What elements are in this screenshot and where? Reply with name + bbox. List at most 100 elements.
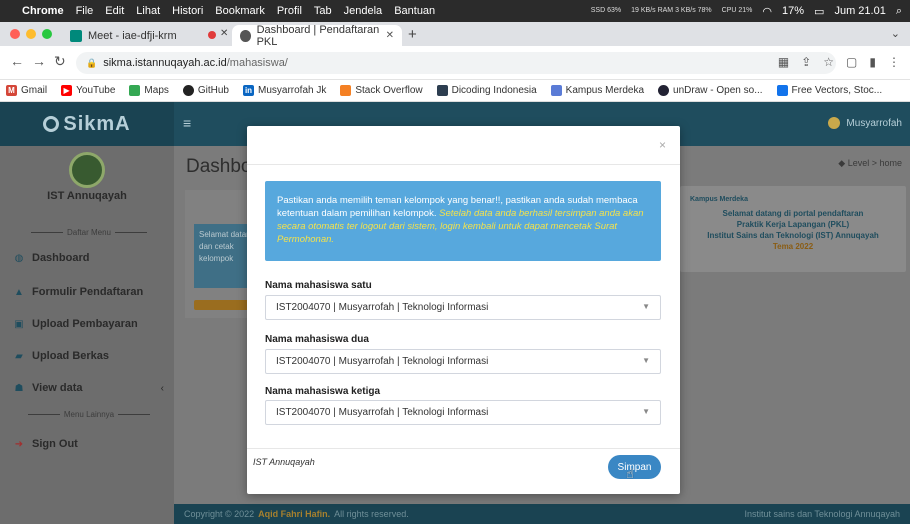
caret-down-icon: ▼ xyxy=(642,302,650,311)
close-icon[interactable]: × xyxy=(659,138,666,152)
sidebar-item-view-data[interactable]: ☗ View data ‹ xyxy=(14,382,164,394)
sidebar-item-upload-pembayaran[interactable]: ▣ Upload Pembayaran xyxy=(14,318,164,330)
search-icon[interactable]: ⌕ xyxy=(896,5,902,18)
sidebar-section-other: Menu Lainnya xyxy=(14,410,164,419)
menu-history[interactable]: Histori xyxy=(172,5,203,17)
banner-line: Institut Sains dan Teknologi (IST) Annuq… xyxy=(707,231,879,240)
bookmark-linkedin[interactable]: in Musyarrofah Jk xyxy=(243,85,326,96)
hand-cursor-icon: ☝ xyxy=(626,466,634,481)
close-window-button[interactable] xyxy=(10,29,20,39)
tab-meet-title: Meet - iae-dfji-krm xyxy=(88,29,177,42)
zoom-window-button[interactable] xyxy=(42,29,52,39)
menu-profile[interactable]: Profil xyxy=(277,5,302,17)
footer-author[interactable]: Aqid Fahri Hafin. xyxy=(258,509,330,519)
maps-icon xyxy=(129,85,141,96)
student-one-select[interactable]: IST2004070 | Musyarrofah | Teknologi Inf… xyxy=(265,295,661,320)
hamburger-icon[interactable]: ≡ xyxy=(183,115,191,131)
url-host: sikma.istannuqayah.ac.id xyxy=(103,57,227,69)
sidebar-item-label: Sign Out xyxy=(32,438,78,450)
wifi-icon[interactable]: ◠ xyxy=(762,5,772,18)
extension-icon[interactable]: ▮ xyxy=(869,55,876,69)
caret-down-icon: ▼ xyxy=(642,407,650,416)
status-area: SSD 63% 19 KB/s RAM 3 KB/s 78% CPU 21% ◠… xyxy=(591,0,902,22)
youtube-icon: ▶ xyxy=(61,85,73,96)
tab-strip: Meet - iae-dfji-krm ✕ Dashboard | Pendaf… xyxy=(0,22,910,48)
bookmark-stackoverflow[interactable]: Stack Overflow xyxy=(340,85,423,96)
sidebar-item-signout[interactable]: ➜ Sign Out xyxy=(14,438,164,450)
freepik-icon xyxy=(776,85,788,96)
back-icon[interactable]: ← xyxy=(10,53,24,69)
info-alert: Pastikan anda memilih teman kelompok yan… xyxy=(265,181,661,261)
bookmark-star-icon[interactable]: ☆ xyxy=(823,55,834,69)
bookmark-label: Dicoding Indonesia xyxy=(451,85,537,96)
bookmark-freepik[interactable]: Free Vectors, Stoc... xyxy=(776,85,882,96)
tab-dashboard-title: Dashboard | Pendaftaran PKL xyxy=(256,23,380,48)
minimize-window-button[interactable] xyxy=(26,29,36,39)
footer-copyright: Copyright © 2022 xyxy=(184,509,255,519)
globe-icon xyxy=(240,29,251,42)
menu-view[interactable]: Lihat xyxy=(136,5,160,17)
footer-rights: All rights reserved. xyxy=(334,509,409,519)
window-controls xyxy=(10,29,52,39)
bookmark-youtube[interactable]: ▶ YouTube xyxy=(61,85,115,96)
menu-tab[interactable]: Tab xyxy=(314,5,332,17)
menu-help[interactable]: Bantuan xyxy=(394,5,435,17)
tab-meet[interactable]: Meet - iae-dfji-krm xyxy=(62,25,202,46)
menu-app[interactable]: Chrome xyxy=(22,5,64,17)
tab-search-icon[interactable]: ⌄ xyxy=(891,27,900,40)
menu-file[interactable]: File xyxy=(76,5,94,17)
breadcrumb-home[interactable]: home xyxy=(879,158,902,168)
address-bar-row: ← → ↻ 🔒 sikma.istannuqayah.ac.id/mahasis… xyxy=(0,46,910,80)
bookmark-maps[interactable]: Maps xyxy=(129,85,169,96)
github-icon xyxy=(182,85,194,96)
lock-icon[interactable]: 🔒 xyxy=(86,58,97,69)
institution-name: IST Annuqayah xyxy=(47,190,127,202)
student-three-label: Nama mahasiswa ketiga xyxy=(265,386,381,397)
modal-header-divider xyxy=(247,164,680,165)
save-button[interactable]: Simpan xyxy=(608,455,661,479)
bookmark-dicoding[interactable]: Dicoding Indonesia xyxy=(436,85,537,96)
bookmark-label: YouTube xyxy=(76,85,116,96)
share-icon[interactable]: ⇪ xyxy=(801,55,811,69)
toolbar-actions: ▦ ⇪ ☆ ▢ ▮ ⋮ xyxy=(778,55,900,69)
institution-logo xyxy=(69,152,105,188)
modal-footer-text: IST Annuqayah xyxy=(253,457,315,467)
close-tab-icon[interactable]: ✕ xyxy=(386,30,394,41)
sidebar-item-formulir[interactable]: ▲ Formulir Pendaftaran xyxy=(14,286,164,298)
sidebar-toggle-icon[interactable]: ▢ xyxy=(846,55,857,69)
user-menu[interactable]: Musyarrofah xyxy=(828,117,902,129)
dashboard-icon: ◍ xyxy=(14,252,24,264)
bookmark-github[interactable]: GitHub xyxy=(182,85,229,96)
caret-down-icon: ▼ xyxy=(642,356,650,365)
reload-icon[interactable]: ↻ xyxy=(54,53,66,70)
tab-dashboard[interactable]: Dashboard | Pendaftaran PKL ✕ xyxy=(232,23,402,48)
signout-icon: ➜ xyxy=(14,438,24,450)
forward-icon[interactable]: → xyxy=(32,53,46,69)
menu-edit[interactable]: Edit xyxy=(105,5,124,17)
more-menu-icon[interactable]: ⋮ xyxy=(888,55,900,69)
new-tab-button[interactable]: + xyxy=(408,26,417,43)
app-logo[interactable]: SikmA xyxy=(0,102,174,146)
bookmark-gmail[interactable]: M Gmail xyxy=(6,85,47,96)
menu-bookmark[interactable]: Bookmark xyxy=(215,5,265,17)
breadcrumb: ◆ Level > home xyxy=(838,158,902,168)
translate-icon[interactable]: ▦ xyxy=(778,55,789,69)
sidebar-item-dashboard[interactable]: ◍ Dashboard xyxy=(14,252,164,264)
welcome-banner: Kampus Merdeka Selamat datang di portal … xyxy=(680,186,906,272)
logo-text: SikmA xyxy=(63,112,131,135)
student-three-select[interactable]: IST2004070 | Musyarrofah | Teknologi Inf… xyxy=(265,400,661,425)
sidebar-item-label: Dashboard xyxy=(32,252,90,264)
url-field[interactable]: 🔒 sikma.istannuqayah.ac.id/mahasiswa/ xyxy=(76,52,836,74)
ssd-stat: SSD 63% xyxy=(590,7,622,14)
sidebar-item-upload-berkas[interactable]: ▰ Upload Berkas xyxy=(14,350,164,362)
battery-level[interactable]: 17% xyxy=(782,5,804,17)
clock[interactable]: Jum 21.01 xyxy=(834,5,885,17)
bookmark-undraw[interactable]: unDraw - Open so... xyxy=(658,85,763,96)
menu-window[interactable]: Jendela xyxy=(344,5,383,17)
close-tab-icon[interactable]: ✕ xyxy=(220,28,228,39)
breadcrumb-level[interactable]: Level xyxy=(848,158,870,168)
bookmark-label: Musyarrofah Jk xyxy=(258,85,327,96)
bookmark-kampus-merdeka[interactable]: Kampus Merdeka xyxy=(550,85,644,96)
student-two-select[interactable]: IST2004070 | Musyarrofah | Teknologi Inf… xyxy=(265,349,661,374)
user-icon: ▲ xyxy=(14,286,24,298)
